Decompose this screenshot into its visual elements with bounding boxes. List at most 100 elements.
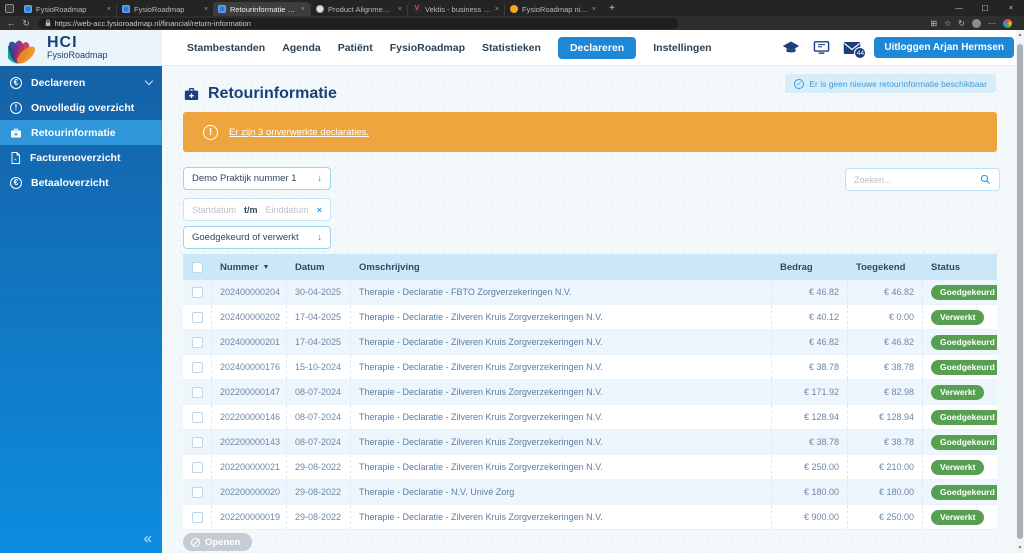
column-header-status[interactable]: Status: [923, 254, 997, 280]
cell-omschrijving: Therapie - Declaratie - Zilveren Kruis Z…: [351, 455, 772, 479]
sidebar-item-declareren[interactable]: € Declareren: [0, 70, 162, 95]
sidebar-item-retourinformatie[interactable]: Retourinformatie: [0, 120, 162, 145]
refresh-icon[interactable]: ↻: [23, 18, 30, 29]
cell-toegekend: € 180.00: [848, 480, 923, 504]
row-checkbox[interactable]: [191, 511, 203, 523]
practice-dropdown[interactable]: Demo Praktijk nummer 1 ↓: [183, 167, 331, 190]
main-content: ✓ Er is geen nieuwe retourinformatie bes…: [162, 66, 1016, 553]
browser-tab-5[interactable]: V Vektis - business intelligence ce ×: [407, 2, 504, 16]
browser-avatar-icon[interactable]: [1003, 18, 1012, 28]
sync-icon[interactable]: ↻: [958, 19, 965, 28]
nav-patient[interactable]: Patiënt: [338, 42, 373, 54]
column-header-nummer[interactable]: Nummer ▼: [212, 254, 287, 280]
nav-stambestanden[interactable]: Stambestanden: [187, 42, 265, 54]
search-icon[interactable]: [980, 174, 991, 185]
search-input[interactable]: [854, 174, 980, 185]
sidebar-item-facturenoverzicht[interactable]: Facturenoverzicht: [0, 145, 162, 170]
table-row[interactable]: 202400000202 17-04-2025 Therapie - Decla…: [183, 305, 997, 330]
scroll-up-icon[interactable]: ▲: [1016, 32, 1024, 38]
split-screen-icon[interactable]: ⊞: [930, 19, 937, 28]
nav-fysioroadmap[interactable]: FysioRoadmap: [390, 42, 465, 54]
tab-close-icon[interactable]: ×: [301, 6, 305, 13]
more-options-icon[interactable]: ⋯: [988, 19, 996, 28]
table-row[interactable]: 202200000147 08-07-2024 Therapie - Decla…: [183, 380, 997, 405]
cell-toegekend: € 210.00: [848, 455, 923, 479]
scrollbar-thumb[interactable]: [1017, 44, 1023, 539]
row-checkbox[interactable]: [191, 336, 203, 348]
row-checkbox[interactable]: [191, 286, 203, 298]
table-row[interactable]: 202400000204 30-04-2025 Therapie - Decla…: [183, 280, 997, 305]
table-row[interactable]: 202200000020 29-08-2022 Therapie - Decla…: [183, 480, 997, 505]
date-range-filter[interactable]: Startdatum t/m Einddatum ×: [183, 198, 331, 221]
nav-agenda[interactable]: Agenda: [282, 42, 321, 54]
nav-declareren[interactable]: Declareren: [557, 36, 637, 59]
cell-bedrag: € 38.78: [772, 430, 848, 454]
cell-omschrijving: Therapie - Declaratie - Zilveren Kruis Z…: [351, 355, 772, 379]
select-all-checkbox[interactable]: [191, 261, 203, 273]
browser-tab-6[interactable]: FysioRoadmap nieuwsbrief | nov ×: [504, 2, 601, 16]
row-checkbox[interactable]: [191, 461, 203, 473]
row-checkbox[interactable]: [191, 386, 203, 398]
tab-close-icon[interactable]: ×: [495, 6, 499, 13]
row-checkbox[interactable]: [191, 436, 203, 448]
sidebar-collapse-button[interactable]: «: [144, 530, 152, 547]
status-badge: Goedgekeurd: [931, 359, 997, 375]
page-scrollbar[interactable]: ▲ ▼: [1016, 30, 1024, 553]
tab-close-icon[interactable]: ×: [592, 6, 596, 13]
window-minimize-button[interactable]: —: [946, 0, 972, 16]
scroll-down-icon[interactable]: ▼: [1016, 545, 1024, 551]
row-checkbox[interactable]: [191, 361, 203, 373]
browser-tab-1[interactable]: FysioRoadmap ×: [19, 2, 116, 16]
open-button[interactable]: Openen: [183, 533, 253, 551]
sidebar-item-betaaloverzicht[interactable]: € Betaaloverzicht: [0, 170, 162, 195]
table-row[interactable]: 202400000201 17-04-2025 Therapie - Decla…: [183, 330, 997, 355]
status-filter-dropdown[interactable]: Goedgekeurd of verwerkt ↓: [183, 226, 331, 249]
browser-tab-active[interactable]: Retourinformatie - FysioRoadmap ×: [213, 2, 310, 16]
back-icon[interactable]: ←: [7, 18, 16, 28]
cell-omschrijving: Therapie - Declaratie - Zilveren Kruis Z…: [351, 330, 772, 354]
window-close-button[interactable]: ×: [998, 0, 1024, 16]
unprocessed-declarations-link[interactable]: Er zijn 3 onverwerkte declaraties.: [229, 127, 369, 138]
tab-close-icon[interactable]: ×: [398, 6, 402, 13]
nav-instellingen[interactable]: Instellingen: [653, 42, 711, 54]
row-checkbox[interactable]: [191, 411, 203, 423]
table-row[interactable]: 202200000146 08-07-2024 Therapie - Decla…: [183, 405, 997, 430]
cell-bedrag: € 128.94: [772, 405, 848, 429]
browser-tab-2[interactable]: FysioRoadmap ×: [116, 2, 213, 16]
workspace-icon[interactable]: [5, 3, 14, 13]
address-bar-input[interactable]: https://web-acc.fysioroadmap.nl/financia…: [37, 17, 678, 29]
nav-statistieken[interactable]: Statistieken: [482, 42, 541, 54]
profile-icon[interactable]: [972, 18, 981, 28]
window-maximize-button[interactable]: ▢: [972, 0, 998, 16]
column-header-bedrag[interactable]: Bedrag: [772, 254, 848, 280]
column-header-datum[interactable]: Datum: [287, 254, 351, 280]
browser-tab-4[interactable]: Product Alignment FRM 2025.xlsx ×: [310, 2, 407, 16]
status-badge: Verwerkt: [931, 384, 985, 400]
row-checkbox[interactable]: [191, 486, 203, 498]
mail-icon[interactable]: 44: [843, 41, 867, 59]
education-cap-icon[interactable]: [782, 40, 800, 55]
logout-button[interactable]: Uitloggen Arjan Hermsen: [874, 37, 1014, 58]
start-date-field[interactable]: Startdatum: [192, 205, 236, 215]
declarations-table: Nummer ▼ Datum Omschrijving Bedrag Toegek…: [183, 254, 997, 530]
cell-omschrijving: Therapie - Declaratie - Zilveren Kruis Z…: [351, 380, 772, 404]
status-badge: Goedgekeurd: [931, 409, 997, 425]
screen-share-icon[interactable]: [813, 40, 830, 55]
table-row[interactable]: 202200000143 08-07-2024 Therapie - Decla…: [183, 430, 997, 455]
table-row[interactable]: 202400000176 15-10-2024 Therapie - Decla…: [183, 355, 997, 380]
status-badge: Verwerkt: [931, 459, 985, 475]
sidebar-item-onvolledig-overzicht[interactable]: ! Onvolledig overzicht: [0, 95, 162, 120]
column-header-omschrijving[interactable]: Omschrijving: [351, 254, 772, 280]
table-row[interactable]: 202200000021 29-08-2022 Therapie - Decla…: [183, 455, 997, 480]
row-checkbox[interactable]: [191, 311, 203, 323]
end-date-field[interactable]: Einddatum: [266, 205, 309, 215]
favorites-star-icon[interactable]: ☆: [944, 19, 951, 28]
tab-close-icon[interactable]: ×: [107, 6, 111, 13]
table-row[interactable]: 202200000019 29-08-2022 Therapie - Decla…: [183, 505, 997, 530]
new-tab-button[interactable]: +: [609, 3, 615, 14]
clear-dates-icon[interactable]: ×: [317, 205, 322, 215]
app-logo[interactable]: HCI FysioRoadmap: [0, 29, 162, 66]
column-header-toegekend[interactable]: Toegekend: [848, 254, 923, 280]
search-box: [845, 168, 1000, 191]
tab-close-icon[interactable]: ×: [204, 6, 208, 13]
